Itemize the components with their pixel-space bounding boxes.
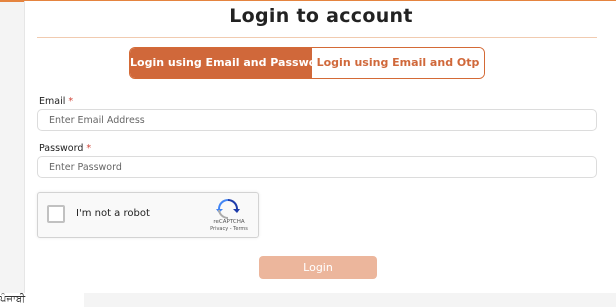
email-label: Email * bbox=[39, 96, 73, 107]
password-input[interactable] bbox=[37, 156, 597, 178]
email-required-mark: * bbox=[68, 96, 74, 107]
recaptcha-brand: reCAPTCHA bbox=[213, 219, 245, 225]
email-input[interactable] bbox=[37, 109, 597, 131]
recaptcha-widget: I'm not a robot reCAPTCHA Privacy - Term… bbox=[37, 192, 259, 238]
password-required-mark: * bbox=[86, 143, 92, 154]
recaptcha-label: I'm not a robot bbox=[76, 208, 150, 219]
recaptcha-terms-link[interactable]: Privacy - Terms bbox=[203, 226, 255, 232]
tab-email-password[interactable]: Login using Email and Password bbox=[130, 48, 330, 78]
login-card: Login to account Login using Email and P… bbox=[24, 1, 616, 293]
title-divider bbox=[37, 37, 597, 38]
page-title: Login to account bbox=[229, 5, 413, 27]
tab-email-otp[interactable]: Login using Email and Otp bbox=[312, 48, 484, 78]
recaptcha-checkbox[interactable] bbox=[47, 205, 65, 223]
login-button[interactable]: Login bbox=[259, 256, 377, 279]
password-label-text: Password bbox=[39, 143, 84, 154]
email-label-text: Email bbox=[39, 96, 66, 107]
login-method-tabs: Login using Email and Password Login usi… bbox=[129, 47, 485, 79]
password-label: Password * bbox=[39, 143, 91, 154]
bottom-fragment-text: ਪੰਜਾਬੀ bbox=[0, 294, 26, 305]
